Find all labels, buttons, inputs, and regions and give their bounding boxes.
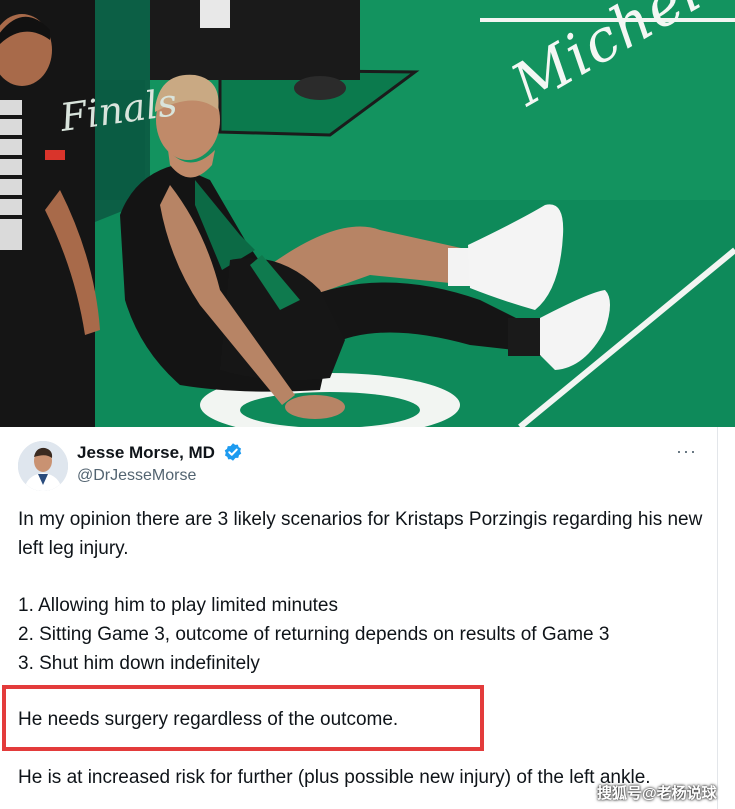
- avatar-image: [18, 441, 68, 491]
- verified-badge-icon: [224, 443, 242, 461]
- tweet-text-item-1: 1. Allowing him to play limited minutes: [18, 595, 338, 616]
- author-handle[interactable]: @DrJesseMorse: [77, 467, 196, 485]
- more-options-icon[interactable]: ···: [676, 441, 697, 462]
- highlight-box: [2, 685, 484, 751]
- tweet-text-item-2: 2. Sitting Game 3, outcome of returning …: [18, 624, 610, 645]
- tweet-text-intro: In my opinion there are 3 likely scenari…: [18, 509, 703, 559]
- tweet-text-item-3: 3. Shut him down indefinitely: [18, 653, 260, 674]
- tweet-photo[interactable]: Finals Michelob: [0, 0, 735, 427]
- tweet-card: Jesse Morse, MD @DrJesseMorse ··· In my …: [0, 427, 718, 809]
- watermark: 搜狐号@老杨说球: [597, 785, 717, 802]
- avatar[interactable]: [18, 441, 68, 491]
- author-name[interactable]: Jesse Morse, MD: [77, 443, 215, 463]
